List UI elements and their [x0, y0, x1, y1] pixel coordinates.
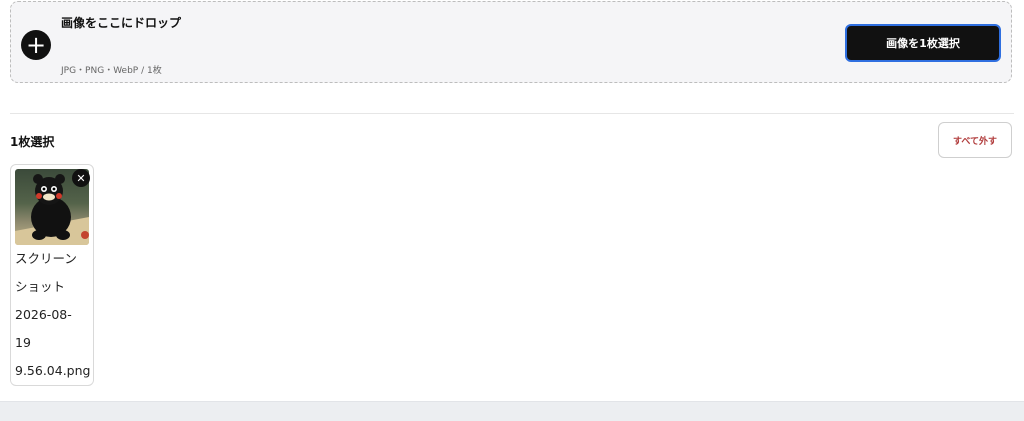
file-name-line: 2026-08- — [15, 307, 72, 322]
file-name-line: ショット — [15, 279, 66, 294]
clear-all-button[interactable]: すべて外す — [938, 122, 1012, 158]
select-image-button[interactable]: 画像を1枚選択 — [845, 24, 1001, 62]
footer-bar — [0, 401, 1024, 421]
file-name-line: スクリーン — [15, 251, 77, 266]
plus-icon[interactable]: + — [21, 30, 51, 60]
close-icon[interactable]: ✕ — [72, 169, 90, 187]
file-name-line: 19 — [15, 335, 31, 350]
file-name-line: 9.56.04.png — [15, 363, 91, 378]
divider — [10, 113, 1014, 114]
drop-zone[interactable]: + 画像をここにドロップ JPG・PNG・WebP / 1枚 画像を1枚選択 — [10, 1, 1012, 83]
accepted-formats: JPG・PNG・WebP / 1枚 — [61, 66, 162, 76]
selection-count: 1枚選択 — [10, 135, 55, 149]
file-card: ✕ スクリーン ショット 2026-08- 19 9.56.04.png — [10, 164, 94, 386]
drop-zone-title: 画像をここにドロップ — [61, 16, 182, 30]
file-name: スクリーン ショット 2026-08- 19 9.56.04.png — [15, 245, 93, 385]
